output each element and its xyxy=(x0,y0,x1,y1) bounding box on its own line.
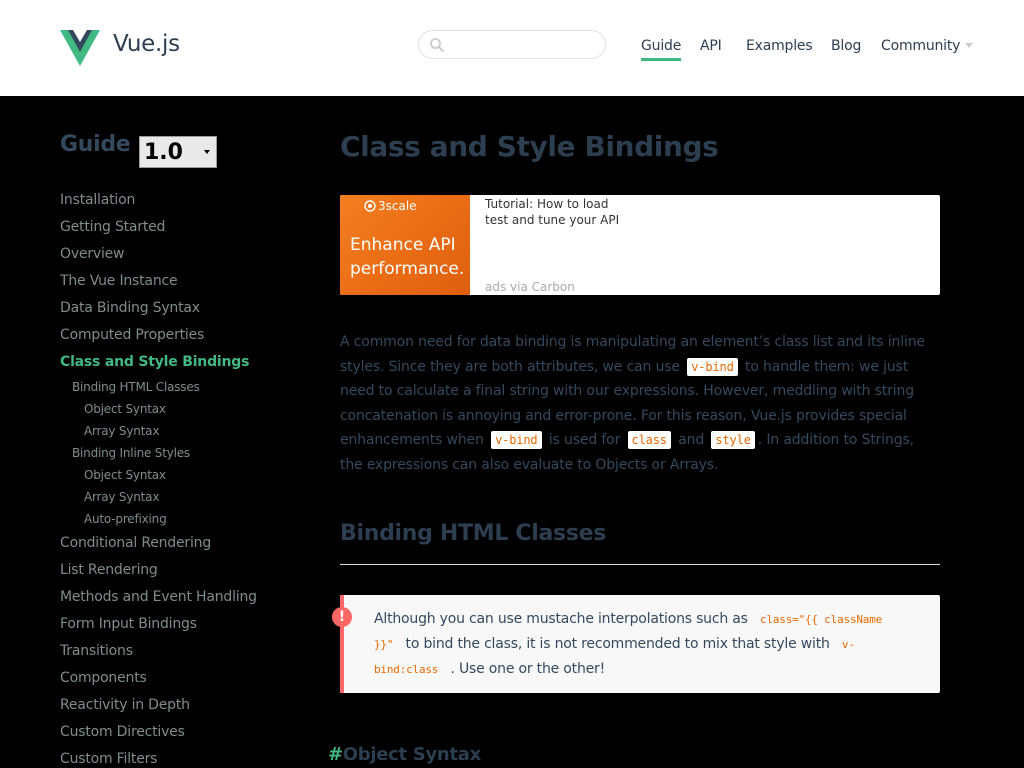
sidebar-item-custom-filters[interactable]: Custom Filters xyxy=(60,751,157,767)
subsection-title-text: Object Syntax xyxy=(342,744,481,765)
sidebar-item-installation[interactable]: Installation xyxy=(60,192,135,208)
sidebar-subitem-array-syntax[interactable]: Array Syntax xyxy=(84,424,159,438)
sidebar-item-components[interactable]: Components xyxy=(60,670,147,686)
exclamation-icon: ! xyxy=(332,607,352,627)
ad-via-carbon[interactable]: ads via Carbon xyxy=(485,280,575,294)
sidebar-item-transitions[interactable]: Transitions xyxy=(60,643,133,659)
sidebar-item-reactivity[interactable]: Reactivity in Depth xyxy=(60,697,190,713)
sidebar-subitem-object-syntax[interactable]: Object Syntax xyxy=(84,402,166,416)
ad-brand: 3scale xyxy=(364,199,417,213)
sidebar-subitem-auto-prefixing[interactable]: Auto-prefixing xyxy=(84,512,167,526)
intro-text-4: and xyxy=(678,432,705,448)
version-select[interactable]: 1.0 xyxy=(139,136,217,168)
ad-brand-label: 3scale xyxy=(378,199,417,213)
sidebar-item-data-binding-syntax[interactable]: Data Binding Syntax xyxy=(60,300,200,316)
sidebar-item-conditional-rendering[interactable]: Conditional Rendering xyxy=(60,535,211,551)
subsection-title: #Object Syntax xyxy=(328,744,481,765)
sidebar-subitem-binding-html-classes[interactable]: Binding HTML Classes xyxy=(72,380,200,394)
sidebar-item-form-input-bindings[interactable]: Form Input Bindings xyxy=(60,616,197,632)
brand-name[interactable]: Vue.js xyxy=(113,31,180,57)
nav-examples[interactable]: Examples xyxy=(746,37,813,55)
nav-community-label: Community xyxy=(881,38,961,54)
carbon-ad[interactable]: 3scale Enhance API performance. Tutorial… xyxy=(340,195,940,295)
chevron-down-icon xyxy=(965,43,974,48)
ad-headline: Enhance API performance. xyxy=(350,235,465,279)
sidebar-item-overview[interactable]: Overview xyxy=(60,246,125,262)
anchor-link[interactable]: # xyxy=(328,744,343,765)
3scale-logo-icon xyxy=(364,200,376,212)
section-divider xyxy=(340,564,940,565)
code-v-bind-2: v-bind xyxy=(491,431,542,449)
sidebar-title: Guide xyxy=(60,132,131,157)
nav-api[interactable]: API xyxy=(700,37,722,55)
intro-paragraph: A common need for data binding is manipu… xyxy=(340,330,940,477)
tip-text-3: . Use one or the other! xyxy=(450,661,606,677)
vue-logo-icon[interactable] xyxy=(60,30,100,68)
page-title: Class and Style Bindings xyxy=(340,130,719,163)
section-title: Binding HTML Classes xyxy=(340,521,607,546)
tip-text-1: Although you can use mustache interpolat… xyxy=(374,611,748,627)
nav-community[interactable]: Community xyxy=(881,37,974,55)
tip-text-2: to bind the class, it is not recommended… xyxy=(405,636,830,652)
chevron-down-icon xyxy=(204,150,210,154)
code-v-bind: v-bind xyxy=(687,357,738,376)
sidebar-item-methods-events[interactable]: Methods and Event Handling xyxy=(60,589,257,605)
sidebar-item-vue-instance[interactable]: The Vue Instance xyxy=(60,273,178,289)
search-input[interactable] xyxy=(451,35,601,56)
site-header: Vue.js Guide API Examples Blog Community xyxy=(0,0,1024,96)
version-value: 1.0 xyxy=(144,140,183,165)
sidebar-item-list-rendering[interactable]: List Rendering xyxy=(60,562,158,578)
ad-text[interactable]: Tutorial: How to load test and tune your… xyxy=(485,196,635,228)
warning-tip: ! Although you can use mustache interpol… xyxy=(332,595,940,693)
sidebar: Guide 1.0 Installation Getting Started O… xyxy=(60,96,320,768)
code-style: style xyxy=(711,431,755,449)
sidebar-item-computed-properties[interactable]: Computed Properties xyxy=(60,327,204,343)
sidebar-subitem-binding-inline-styles[interactable]: Binding Inline Styles xyxy=(72,446,190,460)
intro-text-3: is used for xyxy=(548,432,621,448)
search-box[interactable] xyxy=(418,30,606,59)
sidebar-item-class-style-bindings[interactable]: Class and Style Bindings xyxy=(60,354,249,370)
nav-blog[interactable]: Blog xyxy=(831,37,861,55)
tip-text: Although you can use mustache interpolat… xyxy=(374,607,914,682)
sidebar-item-custom-directives[interactable]: Custom Directives xyxy=(60,724,185,740)
sidebar-subitem-object-syntax-2[interactable]: Object Syntax xyxy=(84,468,166,482)
code-class: class xyxy=(627,431,671,449)
search-icon xyxy=(430,38,444,52)
sidebar-subitem-array-syntax-2[interactable]: Array Syntax xyxy=(84,490,159,504)
sidebar-item-getting-started[interactable]: Getting Started xyxy=(60,219,165,235)
nav-guide[interactable]: Guide xyxy=(641,37,681,61)
ad-image[interactable]: 3scale Enhance API performance. xyxy=(340,195,470,295)
